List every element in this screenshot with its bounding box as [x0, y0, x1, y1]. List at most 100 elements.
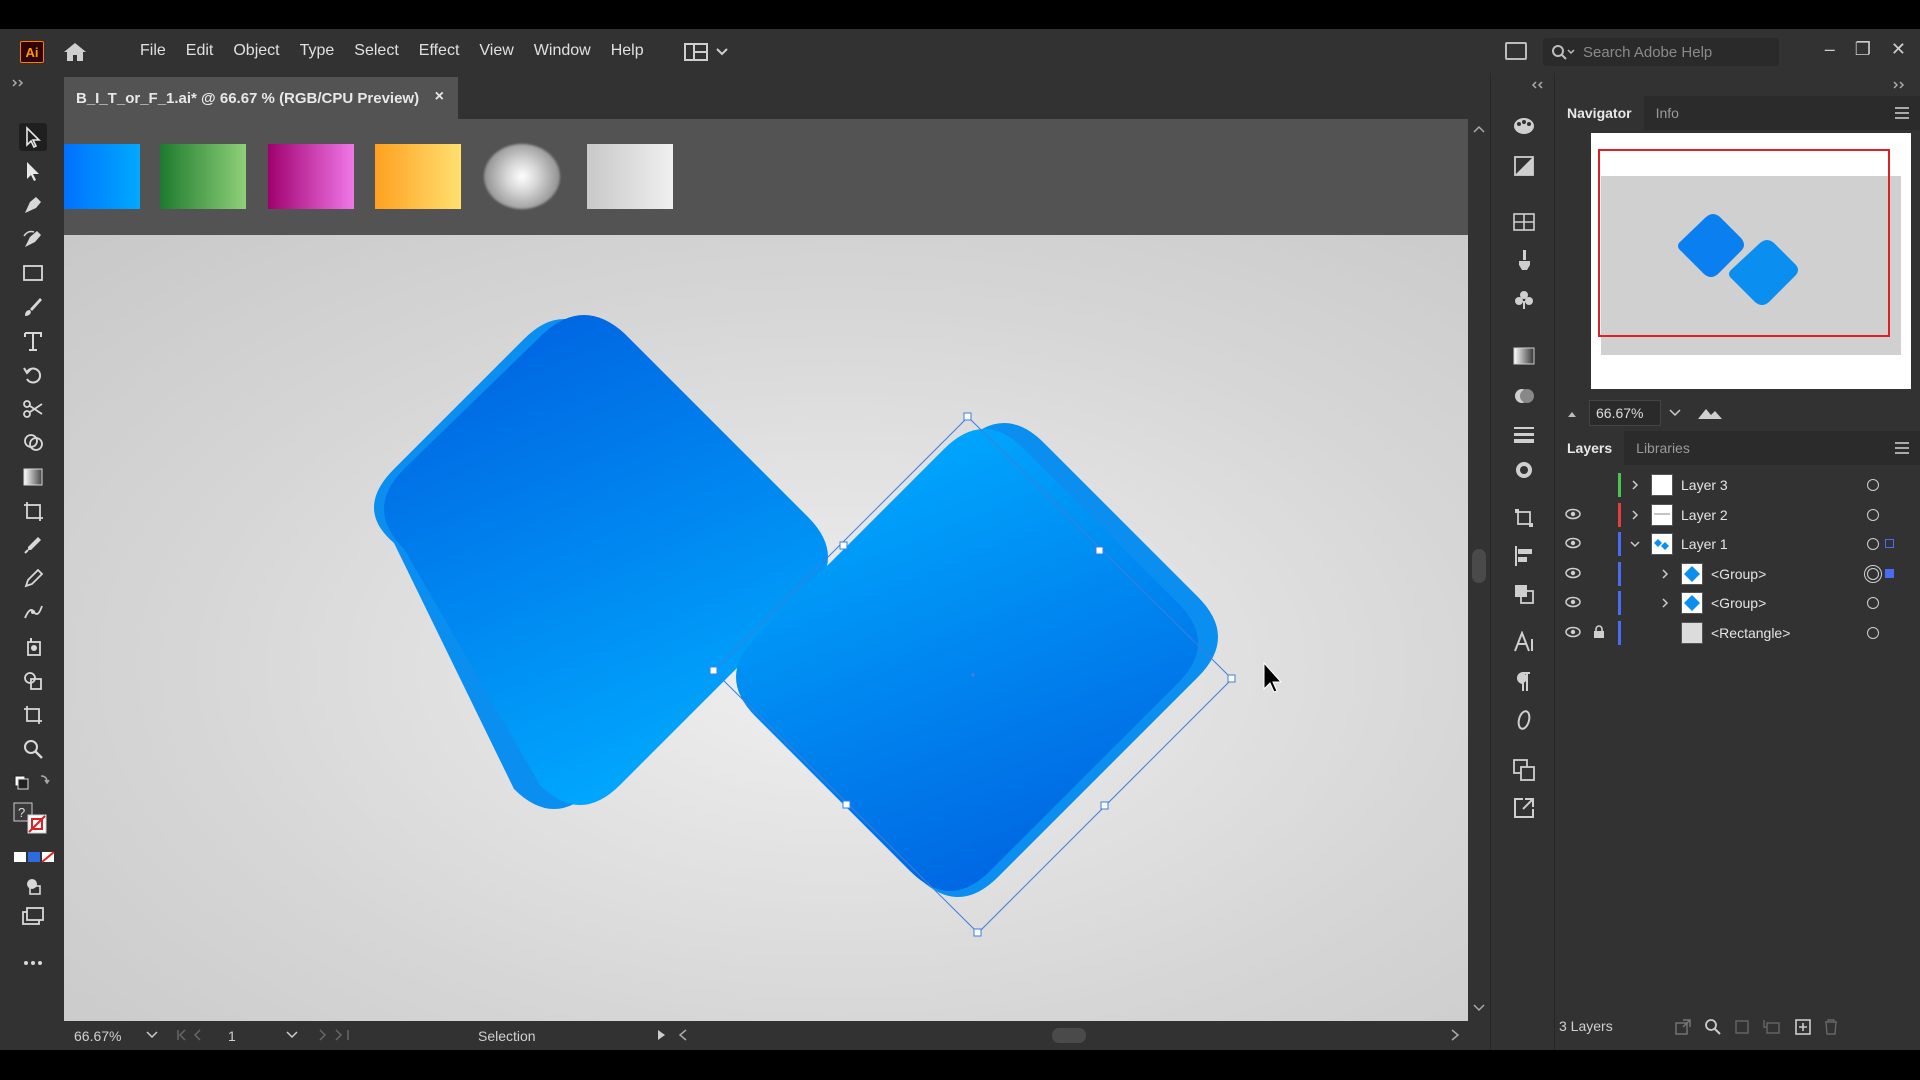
type-tool[interactable] [19, 327, 47, 355]
layer-name[interactable]: Layer 3 [1681, 477, 1728, 493]
scroll-down-icon[interactable] [1473, 1004, 1485, 1012]
minimize-icon[interactable]: ‒ [1825, 39, 1835, 60]
document-tab[interactable]: B_I_T_or_F_1.ai* @ 66.67 % (RGB/CPU Prev… [64, 77, 458, 119]
chevron-right-icon[interactable] [1659, 597, 1671, 609]
restore-icon[interactable]: ❐ [1855, 39, 1871, 60]
export-panel-icon[interactable] [1511, 795, 1537, 821]
layers-menu-icon[interactable] [1895, 442, 1909, 454]
chevron-right-icon[interactable] [1629, 509, 1641, 521]
blend-tool[interactable] [19, 599, 47, 627]
target-circle-icon[interactable] [1867, 538, 1879, 550]
gradient-tool[interactable] [19, 463, 47, 491]
home-icon[interactable] [62, 41, 88, 63]
visibility-eye-icon[interactable] [1565, 537, 1581, 549]
paintbrush-tool[interactable] [19, 293, 47, 321]
chevron-right-icon[interactable] [1659, 568, 1671, 580]
vertical-scrollbar[interactable] [1468, 119, 1490, 1021]
opentype-panel-icon[interactable] [1511, 707, 1537, 733]
layer-name[interactable]: Layer 2 [1681, 507, 1728, 523]
paragraph-panel-icon[interactable] [1511, 669, 1537, 695]
layer-row[interactable]: Layer 2 [1555, 502, 1920, 527]
artboard-first-prev-icon[interactable] [176, 1029, 216, 1041]
scroll-up-icon[interactable] [1473, 125, 1485, 133]
left-diamond-shape[interactable] [384, 315, 828, 805]
status-menu-arrow-icon[interactable] [657, 1029, 667, 1041]
transform-panel-icon[interactable] [1511, 505, 1537, 531]
symbols-panel-icon[interactable] [1511, 287, 1537, 313]
layer-name[interactable]: <Group> [1711, 566, 1766, 582]
appearance-panel-icon[interactable] [1511, 457, 1537, 483]
menu-view[interactable]: View [469, 42, 523, 60]
menu-window[interactable]: Window [524, 42, 601, 60]
target-circle-icon[interactable] [1867, 626, 1879, 639]
locate-object-icon[interactable] [1705, 1019, 1721, 1035]
layer-row[interactable]: Layer 1 [1555, 532, 1920, 556]
tab-layers[interactable]: Layers [1555, 431, 1625, 465]
close-tab-icon[interactable]: × [435, 88, 444, 106]
delete-layer-icon[interactable] [1823, 1018, 1839, 1036]
artboard-tool[interactable] [19, 497, 47, 525]
navigator-preview[interactable] [1591, 133, 1911, 389]
zoom-dropdown-icon[interactable] [146, 1031, 158, 1039]
selection-indicator[interactable] [1885, 568, 1894, 578]
visibility-eye-icon[interactable] [1565, 596, 1581, 608]
visibility-eye-icon[interactable] [1565, 508, 1581, 520]
color-mode-buttons[interactable] [12, 843, 56, 871]
layer-row[interactable]: Layer 3 [1555, 473, 1920, 497]
target-circle-icon[interactable] [1867, 479, 1879, 491]
artboard-next-last-icon[interactable] [316, 1029, 352, 1041]
color-guide-icon[interactable] [1511, 153, 1537, 179]
layer-row[interactable]: <Group> [1555, 591, 1920, 615]
clipping-mask-icon[interactable] [1735, 1019, 1749, 1035]
target-circle-icon[interactable] [1867, 567, 1879, 580]
vertical-scroll-thumb[interactable] [1472, 549, 1486, 583]
transparency-panel-icon[interactable] [1511, 383, 1537, 409]
horizontal-scroll-thumb[interactable] [1052, 1028, 1086, 1043]
layer-name[interactable]: <Rectangle> [1711, 625, 1790, 641]
live-paint-tool[interactable] [19, 667, 47, 695]
menu-type[interactable]: Type [290, 42, 345, 60]
selection-indicator[interactable] [1885, 539, 1894, 548]
layer-name[interactable]: <Group> [1711, 595, 1766, 611]
menu-select[interactable]: Select [344, 42, 408, 60]
new-sublayer-icon[interactable] [1763, 1019, 1781, 1035]
tab-info[interactable]: Info [1644, 96, 1691, 130]
color-panel-icon[interactable] [1511, 113, 1537, 139]
arrange-documents-icon[interactable] [1505, 42, 1527, 60]
workspace-switcher[interactable] [684, 42, 736, 62]
symbol-sprayer-tool[interactable] [19, 633, 47, 661]
visibility-eye-icon[interactable] [1565, 626, 1581, 638]
help-search-input[interactable]: Search Adobe Help [1543, 38, 1779, 66]
chevron-right-icon[interactable] [1629, 479, 1641, 491]
pathfinder-panel-icon[interactable] [1511, 581, 1537, 607]
eyedropper-tool[interactable] [19, 531, 47, 559]
character-panel-icon[interactable] [1511, 629, 1537, 655]
pen-tool[interactable] [19, 191, 47, 219]
gradient-panel-icon[interactable] [1511, 343, 1537, 369]
navigator-menu-icon[interactable] [1895, 107, 1909, 119]
expand-panels-icon[interactable] [1529, 81, 1543, 89]
menu-object[interactable]: Object [223, 42, 289, 60]
brushes-panel-icon[interactable] [1511, 247, 1537, 273]
new-layer-icon[interactable] [1795, 1019, 1811, 1035]
selection-tool[interactable] [19, 123, 47, 151]
canvas[interactable] [64, 119, 1468, 1021]
scroll-left-icon[interactable] [678, 1029, 688, 1041]
shape-builder-tool[interactable] [19, 429, 47, 457]
screen-mode-button[interactable] [19, 903, 47, 931]
chevron-down-icon[interactable] [1629, 538, 1641, 550]
menu-effect[interactable]: Effect [409, 42, 470, 60]
artboard-dropdown-icon[interactable] [286, 1031, 298, 1039]
drawing-mode-button[interactable] [19, 871, 47, 899]
collapse-right-dock-icon[interactable] [1893, 81, 1907, 89]
artboards-panel-icon[interactable] [1511, 757, 1537, 783]
crop-tool[interactable] [19, 701, 47, 729]
fill-stroke-swap[interactable] [10, 768, 56, 796]
edit-toolbar-button[interactable] [19, 949, 47, 977]
layer-row[interactable]: <Rectangle> [1555, 620, 1920, 645]
right-diamond-shape[interactable] [736, 429, 1198, 891]
menu-edit[interactable]: Edit [176, 42, 224, 60]
export-layer-icon[interactable] [1675, 1019, 1691, 1035]
rectangle-tool[interactable] [19, 259, 47, 287]
stroke-panel-icon[interactable] [1511, 421, 1537, 447]
